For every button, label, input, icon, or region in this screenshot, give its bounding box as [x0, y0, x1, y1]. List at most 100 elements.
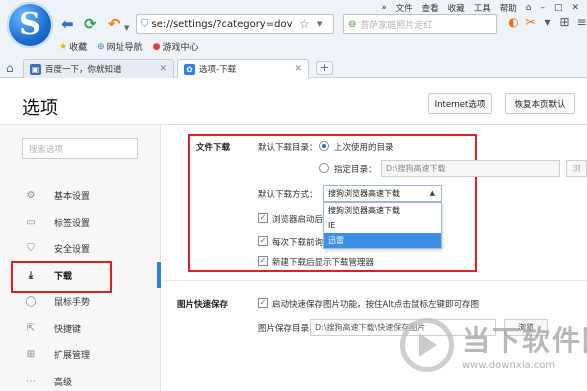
checkbox-ask-before[interactable]: ✓ — [258, 236, 268, 246]
refresh-icon[interactable]: ⟳ — [84, 17, 97, 32]
sidebar-item-label: 安全设置 — [54, 244, 91, 255]
section-file-download: 文件下载 — [196, 143, 231, 153]
section-image-save: 图片快速保存 — [177, 300, 229, 310]
favorites-bar: ★ 收藏 ⊕ 网址导航 ● 游戏中心 — [59, 40, 199, 54]
back-icon[interactable]: ⬅ — [61, 17, 74, 32]
chevron-down-icon[interactable]: ▼ — [124, 21, 129, 36]
menu-help[interactable]: 帮助 — [500, 2, 517, 14]
favorites-item[interactable]: ★ 收藏 — [59, 40, 87, 54]
radio-last-used-label[interactable]: 上次使用的目录 — [334, 141, 394, 153]
scissors-icon[interactable]: ✂ — [524, 15, 537, 29]
sidebar-item-basic[interactable]: ⚙ 基本设置 — [0, 182, 161, 208]
option-xunlei[interactable]: 迅雷 — [324, 233, 441, 248]
browse-button-disabled[interactable]: 浏 — [566, 160, 587, 177]
menu-more[interactable]: » — [381, 3, 386, 13]
tab-icon: ▭ — [26, 216, 36, 228]
star-icon: ★ — [59, 41, 68, 52]
close-icon[interactable]: ✕ — [571, 3, 579, 13]
checkbox-browser-start[interactable]: ✓ — [258, 213, 268, 223]
top-menu: » 文件 查看 收藏 工具 帮助 ⌂ – □ ✕ — [381, 0, 587, 15]
download-method-label: 默认下载方式： — [258, 190, 318, 200]
new-tab-button[interactable]: + — [316, 61, 333, 75]
home-icon[interactable]: ⌂ — [6, 61, 14, 75]
address-dropdown-icon[interactable]: ▼ — [317, 20, 322, 28]
sidebar-item-tabs[interactable]: ▭ 标签设置 — [0, 209, 161, 235]
tab-label: 百度一下，你就知道 — [45, 65, 122, 75]
speed-icon[interactable]: ◐ — [507, 15, 520, 29]
specify-dir-field[interactable]: D:\搜狗高速下载 — [381, 160, 560, 177]
mouse-icon: ◯ — [25, 295, 37, 307]
chevron-down-icon[interactable]: ▲ — [430, 189, 435, 197]
radio-last-used[interactable] — [319, 141, 329, 151]
download-method-value: 搜狗浏览器高速下载 — [328, 189, 400, 198]
game-center-label: 游戏中心 — [162, 43, 199, 53]
checkbox-image-save[interactable]: ✓ — [258, 298, 268, 308]
grid-icon[interactable]: ⊞ — [558, 15, 571, 29]
checkbox-show-manager-label[interactable]: 新建下载后显示下载管理器 — [272, 256, 374, 268]
radio-specify-label[interactable]: 指定目录： — [334, 163, 377, 175]
internet-options-button[interactable]: Internet选项 — [428, 93, 492, 114]
menu-tools[interactable]: 工具 — [474, 2, 491, 14]
more-icon: ⋯ — [26, 375, 36, 387]
settings-sidebar: 搜索选项 ⚙ 基本设置 ▭ 标签设置 ⛉ 安全设置 ⤓ 下载 ◯ 鼠标手势 ⇱ … — [0, 125, 161, 391]
globe-icon: ⊕ — [97, 41, 105, 52]
page-title: 选项 — [22, 98, 58, 119]
settings-favicon-icon: ✿ — [184, 63, 195, 75]
option-sogou[interactable]: 搜狗浏览器高速下载 — [324, 203, 441, 218]
close-icon[interactable]: ✕ — [159, 64, 167, 74]
checkbox-show-manager[interactable]: ✓ — [258, 256, 268, 266]
tab-strip: ⌂ ▣ 百度一下，你就知道 ✕ ✿ 选项-下载 ✕ + — [0, 58, 587, 78]
minimize-icon[interactable]: – — [540, 3, 545, 13]
star-icon[interactable]: ☆ — [299, 17, 310, 31]
reset-defaults-button[interactable]: 恢复本页默认 — [505, 93, 575, 114]
search-input[interactable]: ⊜ 菩萨家庭照片走红 — [343, 14, 497, 34]
hamburger-icon[interactable]: ≡ — [575, 15, 587, 29]
tab-baidu[interactable]: ▣ 百度一下，你就知道 ✕ — [23, 59, 174, 78]
sidebar-search-input[interactable]: 搜索选项 — [22, 138, 138, 159]
menu-file[interactable]: 文件 — [396, 2, 413, 14]
nav-site-label: 网址导航 — [106, 43, 143, 53]
menu-view[interactable]: 查看 — [422, 2, 439, 14]
sidebar-item-extensions[interactable]: ⊞ 扩展管理 — [0, 341, 161, 367]
sidebar-item-label: 标签设置 — [54, 218, 91, 229]
search-placeholder: 菩萨家庭照片走红 — [360, 20, 433, 31]
menu-favorites[interactable]: 收藏 — [448, 2, 465, 14]
sidebar-item-label: 基本设置 — [54, 191, 91, 202]
image-dir-label: 图片保存目录： — [258, 324, 318, 334]
sidebar-item-label: 扩展管理 — [54, 350, 91, 361]
watermark-brand: 当下软件园 — [462, 324, 587, 357]
option-ie[interactable]: IE — [324, 218, 441, 233]
checkbox-ask-before-label[interactable]: 每次下载前询 — [272, 236, 323, 248]
game-center-item[interactable]: ● 游戏中心 — [153, 40, 199, 54]
download-method-select[interactable]: 搜狗浏览器高速下载 ▲ — [323, 185, 442, 202]
sogou-logo[interactable]: S — [7, 2, 53, 48]
shortcut-icon: ⇱ — [26, 322, 36, 334]
sidebar-item-advanced[interactable]: ⋯ 高级 — [0, 368, 161, 391]
checkbox-image-save-label[interactable]: 启动快速保存图片功能，按住Alt点击鼠标左键即可存图 — [272, 298, 479, 310]
search-icon: ⊜ — [348, 18, 357, 30]
active-indicator — [157, 262, 161, 288]
undo-icon[interactable]: ↶ — [108, 17, 121, 32]
radio-specify-dir[interactable] — [319, 163, 329, 173]
watermark-play-icon — [400, 318, 454, 372]
sidebar-item-label: 快捷键 — [54, 324, 82, 335]
close-icon[interactable]: ✕ — [294, 64, 302, 74]
sidebar-item-shortcuts[interactable]: ⇱ 快捷键 — [0, 315, 161, 341]
sidebar-item-security[interactable]: ⛉ 安全设置 — [0, 235, 161, 261]
nav-site-item[interactable]: ⊕ 网址导航 — [97, 40, 143, 54]
baidu-favicon-icon: ▣ — [30, 63, 41, 75]
shield-icon: ⛉ — [27, 242, 35, 254]
address-url[interactable]: se://settings/?category=dov — [152, 19, 293, 30]
download-method-dropdown: 搜狗浏览器高速下载 IE 迅雷 — [323, 202, 442, 249]
tab-download-settings[interactable]: ✿ 选项-下载 ✕ — [177, 59, 309, 78]
toolbar-tools: ◐ ✂ ▾ ⊞ ≡ — [507, 15, 587, 29]
watermark-logo: 当下软件园 www.downxia.com — [400, 316, 587, 388]
maximize-icon[interactable]: □ — [554, 3, 563, 13]
menu-caret-icon[interactable]: ▾ — [541, 15, 554, 29]
shield-icon: ⛉ — [141, 18, 149, 30]
tab-label: 选项-下载 — [199, 65, 237, 75]
default-dir-label: 默认下载目录： — [258, 143, 318, 153]
section-divider — [162, 280, 587, 281]
skin-icon[interactable]: ⌂ — [526, 3, 532, 13]
checkbox-browser-start-label[interactable]: 浏览器启动后 — [272, 213, 323, 225]
